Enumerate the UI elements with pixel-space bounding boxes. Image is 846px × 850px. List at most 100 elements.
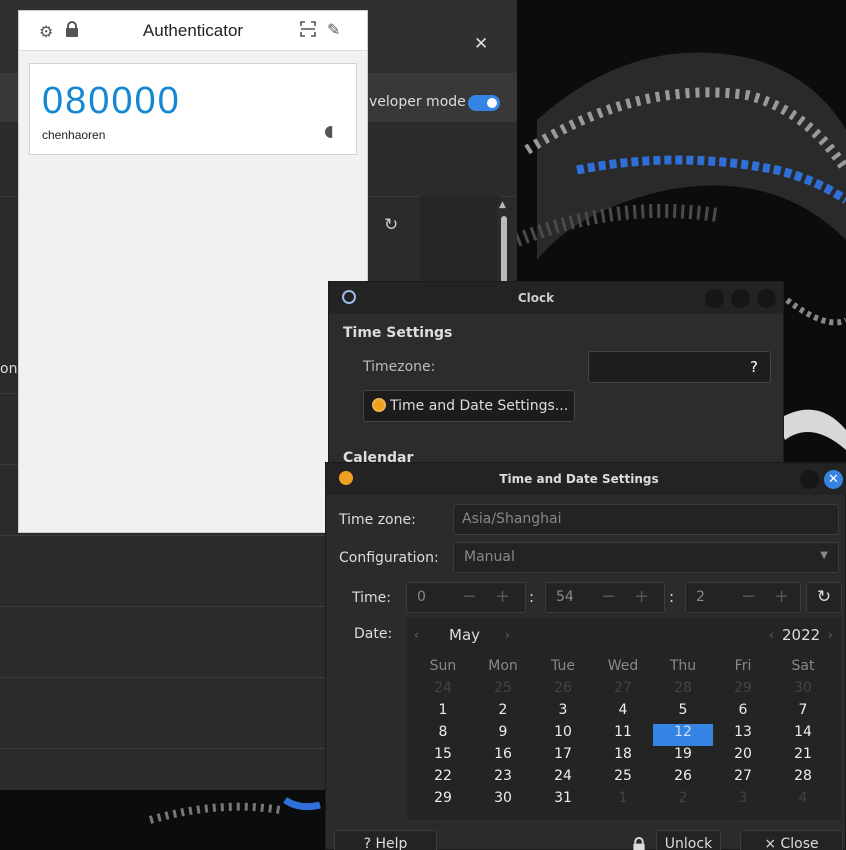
weekday-header: Mon	[488, 658, 518, 674]
date-label: Date:	[354, 626, 393, 642]
second-spinner[interactable]: 2 − +	[685, 582, 801, 613]
calendar-day[interactable]: 1	[593, 790, 653, 812]
timezone-label: Timezone:	[363, 359, 436, 375]
increment-icon[interactable]: +	[495, 586, 510, 607]
countdown-timer-icon	[325, 126, 333, 138]
close-button[interactable]	[757, 289, 776, 308]
calendar-day[interactable]: 19	[653, 746, 713, 768]
calendar-day[interactable]: 2	[473, 702, 533, 724]
increment-icon[interactable]: +	[634, 586, 649, 607]
calendar-grid[interactable]: Sun Mon Tue Wed Thu Fri Sat 24 25 26 27 28 29 30 1 2 3 4 5…	[413, 658, 833, 812]
prev-month-icon[interactable]: ‹	[414, 628, 419, 642]
minute-spinner[interactable]: 54 − +	[545, 582, 665, 613]
button-label: Time and Date Settings...	[390, 398, 569, 414]
calendar-day[interactable]: 12	[653, 724, 713, 746]
hour-spinner[interactable]: 0 − +	[406, 582, 526, 613]
calendar-day[interactable]: 3	[533, 702, 593, 724]
minimize-button[interactable]	[705, 289, 724, 308]
calendar-day[interactable]: 11	[593, 724, 653, 746]
weekday-header: Sat	[791, 658, 815, 674]
calendar-day[interactable]: 24	[413, 680, 473, 702]
calendar-day[interactable]: 25	[473, 680, 533, 702]
calendar-day[interactable]: 30	[473, 790, 533, 812]
time-separator: :	[529, 588, 535, 606]
calendar-day[interactable]: 27	[593, 680, 653, 702]
scan-qr-icon[interactable]	[300, 21, 316, 41]
refresh-icon[interactable]: ↻	[384, 215, 398, 235]
timezone-field[interactable]: Asia/Shanghai	[453, 504, 839, 535]
calendar-day[interactable]: 17	[533, 746, 593, 768]
calendar-day[interactable]: 13	[713, 724, 773, 746]
otp-entry-card[interactable]: 080000 chenhaoren	[29, 63, 357, 155]
calendar-day[interactable]: 18	[593, 746, 653, 768]
calendar[interactable]: ‹ May › ‹ 2022 › Sun Mon Tue Wed Thu Fri Sat 24…	[407, 618, 841, 820]
calendar-day[interactable]: 22	[413, 768, 473, 790]
calendar-day[interactable]: 21	[773, 746, 833, 768]
minimize-button[interactable]	[800, 470, 819, 489]
authenticator-header: ⚙ Authenticator ✎	[19, 11, 367, 51]
time-date-settings-button[interactable]: Time and Date Settings...	[363, 390, 575, 422]
calendar-day[interactable]: 23	[473, 768, 533, 790]
calendar-day[interactable]: 9	[473, 724, 533, 746]
next-year-icon[interactable]: ›	[828, 628, 833, 642]
pencil-icon[interactable]: ✎	[327, 20, 340, 39]
timezone-value: Asia/Shanghai	[462, 511, 562, 527]
close-icon[interactable]: ✕	[474, 34, 488, 54]
calendar-day[interactable]: 28	[653, 680, 713, 702]
calendar-day[interactable]: 1	[413, 702, 473, 724]
calendar-day[interactable]: 29	[713, 680, 773, 702]
increment-icon[interactable]: +	[774, 586, 789, 607]
close-button[interactable]: × Close	[740, 830, 843, 850]
calendar-day[interactable]: 10	[533, 724, 593, 746]
timezone-value: ?	[750, 358, 758, 376]
time-label: Time:	[352, 590, 391, 606]
calendar-day[interactable]: 8	[413, 724, 473, 746]
decrement-icon[interactable]: −	[741, 586, 756, 607]
calendar-day[interactable]: 4	[593, 702, 653, 724]
otp-code[interactable]: 080000	[42, 80, 181, 123]
close-window-button[interactable]: ✕	[824, 470, 843, 489]
calendar-day[interactable]: 16	[473, 746, 533, 768]
second-value: 2	[696, 589, 705, 605]
calendar-day[interactable]: 28	[773, 768, 833, 790]
calendar-day[interactable]: 6	[713, 702, 773, 724]
scrollbar[interactable]: ▲	[497, 200, 511, 290]
year-label: 2022	[782, 626, 821, 644]
weekday-header: Wed	[607, 658, 639, 674]
developer-mode-toggle[interactable]	[468, 95, 500, 111]
sync-time-button[interactable]: ↻	[806, 582, 842, 613]
divider	[0, 677, 330, 678]
timezone-selector[interactable]: ?	[588, 351, 771, 383]
divider	[0, 535, 330, 536]
calendar-day[interactable]: 25	[593, 768, 653, 790]
titlebar: Time and Date Settings ✕	[326, 463, 846, 495]
decrement-icon[interactable]: −	[601, 586, 616, 607]
configuration-dropdown[interactable]: Manual ▼	[453, 542, 839, 573]
calendar-day[interactable]: 7	[773, 702, 833, 724]
calendar-day[interactable]: 26	[533, 680, 593, 702]
calendar-day[interactable]: 3	[713, 790, 773, 812]
timezone-label: Time zone:	[339, 512, 416, 528]
maximize-button[interactable]	[731, 289, 750, 308]
prev-year-icon[interactable]: ‹	[769, 628, 774, 642]
decrement-icon[interactable]: −	[462, 586, 477, 607]
developer-mode-label: veloper mode	[369, 94, 466, 110]
calendar-day[interactable]: 30	[773, 680, 833, 702]
calendar-day[interactable]: 4	[773, 790, 833, 812]
calendar-day[interactable]: 2	[653, 790, 713, 812]
calendar-day[interactable]: 29	[413, 790, 473, 812]
help-button[interactable]: ? Help	[334, 830, 437, 850]
calendar-day[interactable]: 20	[713, 746, 773, 768]
calendar-day[interactable]: 26	[653, 768, 713, 790]
weekday-header: Fri	[734, 658, 752, 674]
calendar-day[interactable]: 24	[533, 768, 593, 790]
calendar-day[interactable]: 31	[533, 790, 593, 812]
calendar-day[interactable]: 5	[653, 702, 713, 724]
button-label: ? Help	[363, 836, 408, 850]
account-name: chenhaoren	[42, 128, 106, 142]
calendar-day[interactable]: 27	[713, 768, 773, 790]
unlock-button[interactable]: Unlock	[656, 830, 721, 850]
calendar-day[interactable]: 14	[773, 724, 833, 746]
calendar-day[interactable]: 15	[413, 746, 473, 768]
next-month-icon[interactable]: ›	[505, 628, 510, 642]
